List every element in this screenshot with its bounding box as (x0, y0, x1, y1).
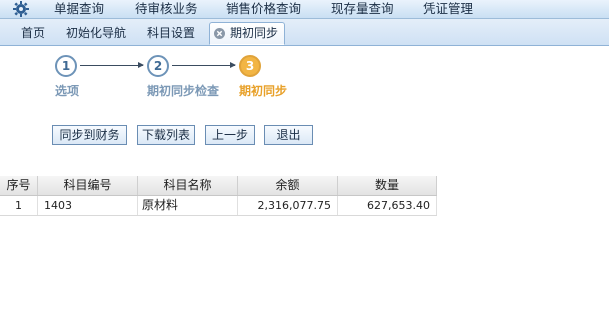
menu-item-sales-price-query[interactable]: 销售价格查询 (226, 0, 301, 18)
step-2-circle: 2 (147, 55, 169, 77)
download-list-button[interactable]: 下载列表 (137, 125, 195, 145)
sync-wizard: 1 2 3 选项 期初同步检查 期初同步 同步到财务 下载列表 上一步 退出 (0, 46, 609, 176)
menu-item-document-query[interactable]: 单据查询 (54, 0, 104, 18)
col-header-account-code[interactable]: 科目编号 (38, 176, 138, 195)
data-grid: 序号 科目编号 科目名称 余额 数量 1 1403 原材料 2,316,077.… (0, 176, 609, 325)
step-2-label: 期初同步检查 (147, 84, 220, 98)
grid-header: 序号 科目编号 科目名称 余额 数量 (0, 176, 437, 196)
tab-home[interactable]: 首页 (15, 23, 51, 44)
cell-balance: 2,316,077.75 (238, 196, 338, 215)
cell-index: 1 (0, 196, 38, 215)
gear-icon[interactable] (11, 0, 31, 18)
close-icon[interactable] (214, 28, 225, 39)
sync-to-finance-button[interactable]: 同步到财务 (52, 125, 127, 145)
step-arrow (80, 62, 144, 68)
previous-step-button[interactable]: 上一步 (205, 125, 255, 145)
menu-item-pending-review[interactable]: 待审核业务 (135, 0, 198, 18)
cell-quantity: 627,653.40 (338, 196, 437, 215)
tab-account-settings[interactable]: 科目设置 (141, 23, 201, 44)
menu-item-voucher-management[interactable]: 凭证管理 (423, 0, 473, 18)
cell-account-code: 1403 (38, 196, 138, 215)
col-header-account-name[interactable]: 科目名称 (138, 176, 238, 195)
table-row[interactable]: 1 1403 原材料 2,316,077.75 627,653.40 (0, 196, 437, 216)
tab-opening-sync[interactable]: 期初同步 (209, 22, 286, 45)
exit-button[interactable]: 退出 (264, 125, 313, 145)
step-1-circle: 1 (55, 55, 77, 77)
step-3-circle: 3 (239, 55, 261, 77)
tab-init-navigation[interactable]: 初始化导航 (60, 23, 132, 44)
step-3-label: 期初同步 (239, 84, 288, 98)
col-header-index[interactable]: 序号 (0, 176, 38, 195)
step-1-label: 选项 (55, 84, 80, 98)
tab-bar: 首页 初始化导航 科目设置 期初同步 (0, 19, 609, 46)
top-menu-bar: 单据查询 待审核业务 销售价格查询 现存量查询 凭证管理 (0, 0, 609, 19)
col-header-quantity[interactable]: 数量 (338, 176, 437, 195)
menu-item-stock-query[interactable]: 现存量查询 (331, 0, 394, 18)
step-arrow (172, 62, 236, 68)
tab-label: 期初同步 (230, 26, 279, 40)
col-header-balance[interactable]: 余额 (238, 176, 338, 195)
cell-account-name: 原材料 (138, 196, 238, 215)
